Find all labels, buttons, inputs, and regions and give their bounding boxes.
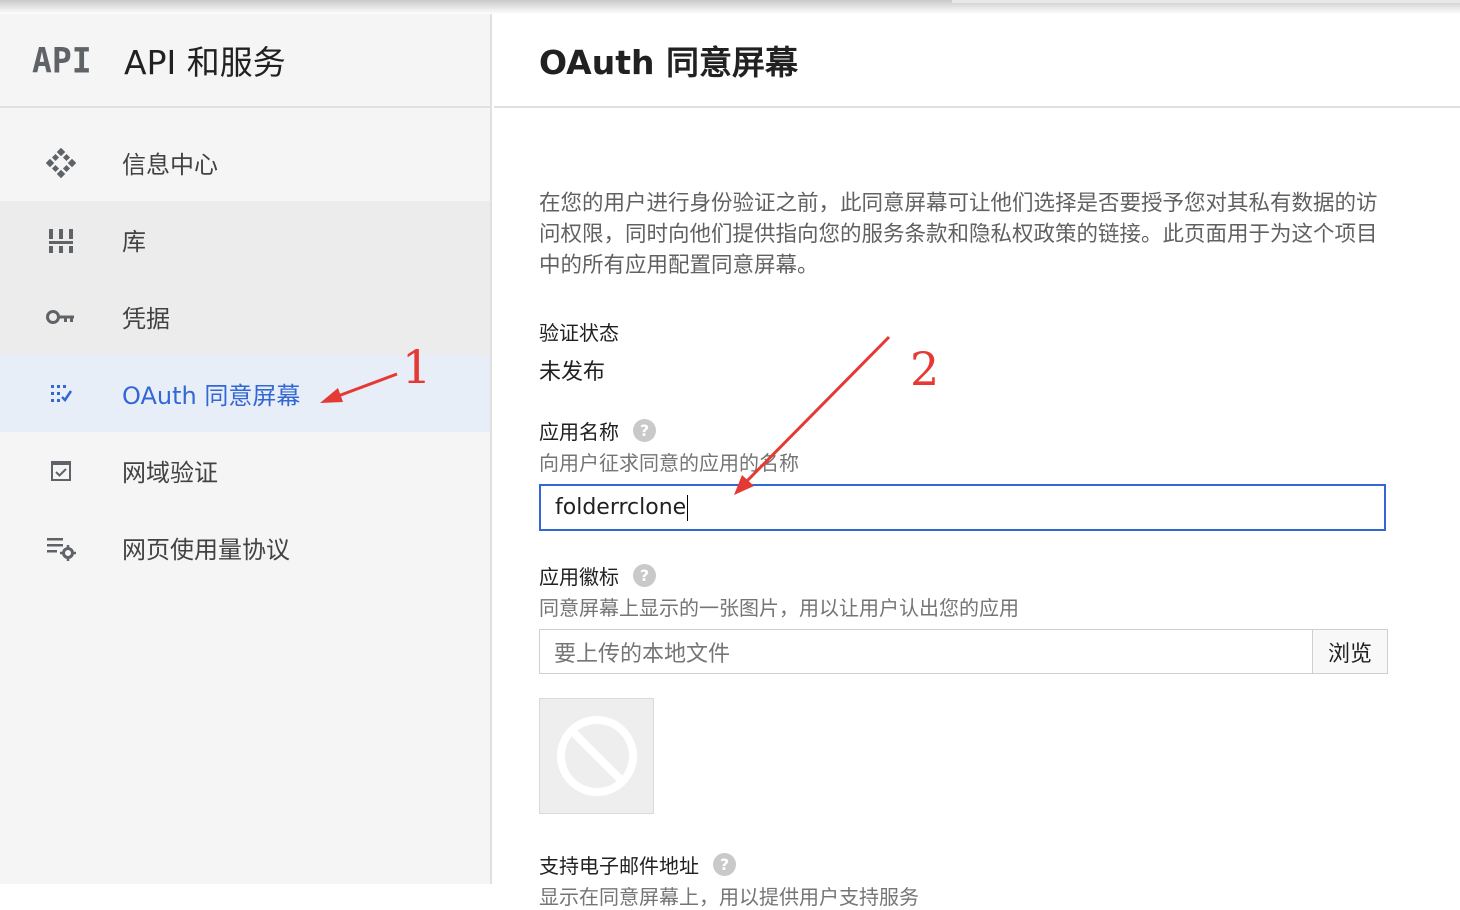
logo-preview [539,698,654,814]
sidebar-item-label: 库 [122,228,146,256]
sidebar-item-library[interactable]: 库 [0,201,490,278]
main-header: OAuth 同意屏幕 [494,14,1460,108]
app-name-label: 应用名称 ? [539,416,1389,445]
support-email-label: 支持电子邮件地址 ? [539,850,1389,879]
support-email-section: 支持电子邮件地址 ? 显示在同意屏幕上，用以提供用户支持服务 [539,850,1389,910]
sidebar-item-label: OAuth 同意屏幕 [122,382,301,410]
sidebar-item-domain-verification[interactable]: 网域验证 [0,432,490,509]
sidebar-header: API API 和服务 [0,14,490,108]
support-email-hint: 显示在同意屏幕上，用以提供用户支持服务 [539,885,919,909]
help-icon[interactable]: ? [633,564,656,587]
key-icon [0,308,124,326]
app-name-section: 应用名称 ? 向用户征求同意的应用的名称 folderrclone [539,416,1389,531]
sidebar: API API 和服务 信息中心 库 凭据 OAuth 同意屏幕 网域验证 网页… [0,14,492,884]
app-name-hint: 向用户征求同意的应用的名称 [539,451,799,475]
app-logo-label-text: 应用徽标 [539,565,619,589]
app-logo-hint: 同意屏幕上显示的一张图片，用以让用户认出您的应用 [539,596,1019,620]
sidebar-item-page-usage-agreement[interactable]: 网页使用量协议 [0,509,490,586]
help-icon[interactable]: ? [713,853,736,876]
help-icon[interactable]: ? [633,419,656,442]
library-icon [0,227,124,253]
product-title: API 和服务 [124,43,286,82]
intro-text: 在您的用户进行身份验证之前，此同意屏幕可让他们选择是否要授予您对其私有数据的访问… [539,191,1378,278]
no-image-icon [556,716,637,796]
verification-status-label: 验证状态 [539,321,619,345]
settings-list-icon [0,535,124,561]
sidebar-item-label: 网域验证 [122,459,218,487]
checkbox-icon [0,460,124,482]
sidebar-item-label: 凭据 [122,305,170,333]
app-name-label-text: 应用名称 [539,420,619,444]
consent-form: 在您的用户进行身份验证之前，此同意屏幕可让他们选择是否要授予您对其私有数据的访问… [494,108,1389,910]
file-upload-row: 要上传的本地文件 浏览 [539,629,1388,674]
app-name-value: folderrclone [555,495,687,520]
annotation-label-2: 2 [910,342,940,396]
dashboard-icon [0,147,124,178]
annotation-label-1: 1 [402,340,432,394]
page-title: OAuth 同意屏幕 [539,43,798,82]
browse-button[interactable]: 浏览 [1312,629,1388,674]
top-bar-field [952,0,1460,3]
text-caret [687,494,689,521]
verification-status-value: 未发布 [539,360,606,385]
app-name-input[interactable]: folderrclone [539,484,1386,531]
app-logo-label: 应用徽标 ? [539,561,1389,590]
file-path-input[interactable]: 要上传的本地文件 [539,629,1312,674]
sidebar-item-label: 网页使用量协议 [122,536,290,564]
app-logo-section: 应用徽标 ? 同意屏幕上显示的一张图片，用以让用户认出您的应用 要上传的本地文件… [539,561,1389,814]
support-email-label-text: 支持电子邮件地址 [539,854,699,878]
main-panel: OAuth 同意屏幕 在您的用户进行身份验证之前，此同意屏幕可让他们选择是否要授… [494,14,1460,909]
sidebar-item-label: 信息中心 [122,151,218,179]
sidebar-item-dashboard[interactable]: 信息中心 [0,124,490,201]
consent-icon [0,382,124,406]
api-logo: API [32,39,92,81]
